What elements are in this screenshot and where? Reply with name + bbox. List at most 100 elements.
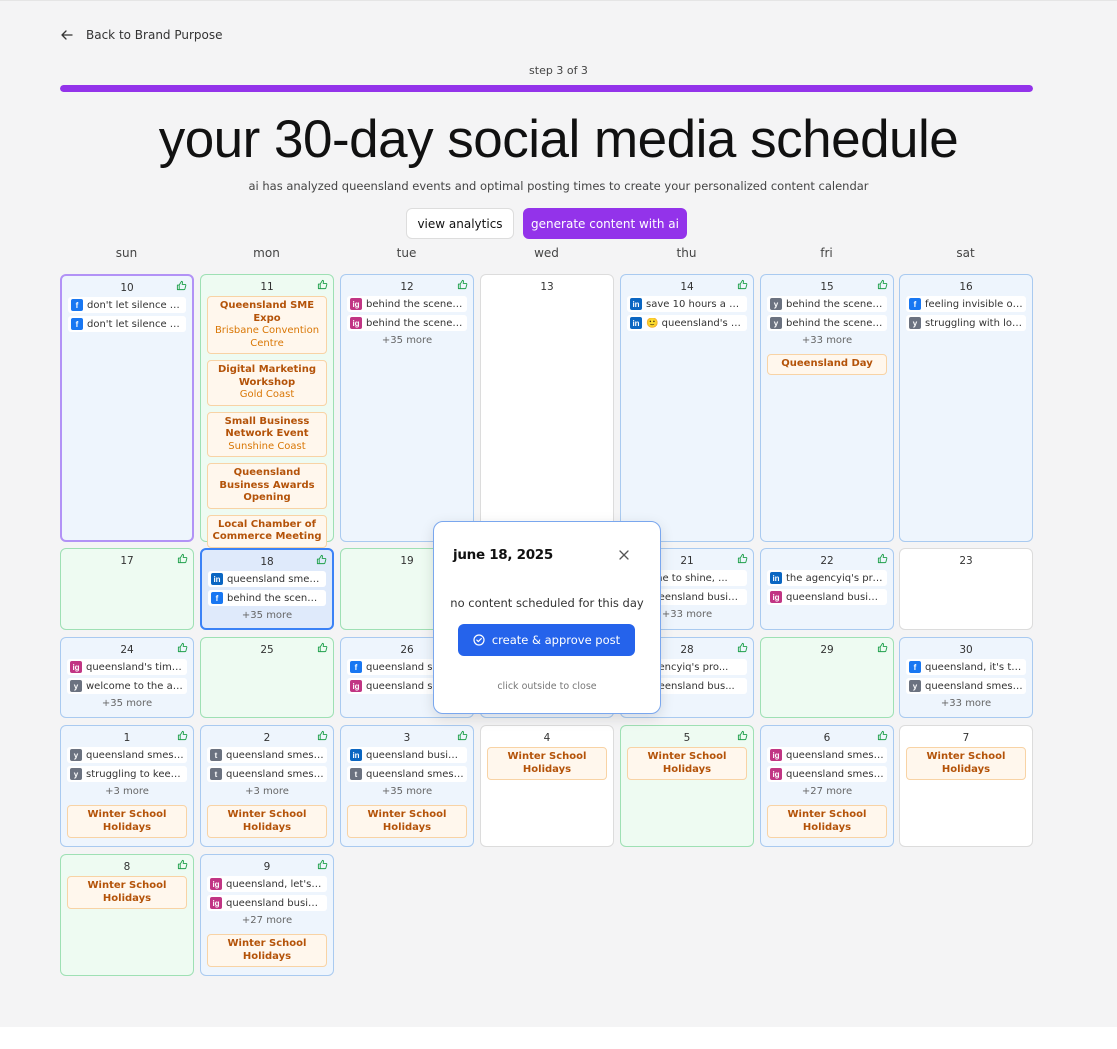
post-item[interactable]: ig queensland smes, ... bbox=[767, 747, 887, 763]
event-badge[interactable]: Winter School Holidays bbox=[347, 805, 467, 838]
day-cell[interactable]: 11 Queensland SME Expo Brisbane Convention… bbox=[200, 274, 334, 548]
post-item[interactable]: t queensland smes, ... bbox=[347, 766, 467, 782]
more-posts-link[interactable]: +27 more bbox=[767, 785, 887, 801]
post-item[interactable]: y welcome to the ag... bbox=[67, 678, 187, 694]
create-approve-post-button[interactable]: create & approve post bbox=[458, 624, 635, 656]
post-item[interactable]: in queensland busine... bbox=[347, 747, 467, 763]
more-posts-link[interactable]: +35 more bbox=[67, 697, 187, 713]
post-item[interactable]: y behind the scenes ... bbox=[767, 315, 887, 331]
day-cell[interactable]: 12 ig behind the scenes ... ig behind the sc… bbox=[340, 274, 474, 542]
event-badge[interactable]: Winter School Holidays bbox=[207, 934, 327, 967]
thumbs-up-icon bbox=[177, 553, 188, 564]
day-cell[interactable]: 14 in save 10 hours a we... in 🙂 queensland'… bbox=[620, 274, 754, 542]
day-cell[interactable]: 4 Winter School Holidays bbox=[480, 725, 614, 847]
post-item[interactable]: in save 10 hours a we... bbox=[627, 296, 747, 312]
post-item[interactable]: ig queensland's time... bbox=[67, 659, 187, 675]
youtube-icon: y bbox=[70, 680, 82, 692]
post-item[interactable]: y struggling with low... bbox=[906, 315, 1026, 331]
event-badge[interactable]: Winter School Holidays bbox=[767, 805, 887, 838]
event-badge[interactable]: Winter School Holidays bbox=[487, 747, 607, 780]
event-badge[interactable]: Winter School Holidays bbox=[207, 805, 327, 838]
day-cell[interactable]: 10 f don't let silence ki... f don't let sil… bbox=[60, 274, 194, 542]
event-badge[interactable]: Local Chamber of Commerce Meeting bbox=[207, 514, 327, 548]
day-cell[interactable]: 23 bbox=[899, 548, 1033, 630]
post-item[interactable]: ig queensland, let's c... bbox=[207, 876, 327, 892]
day-number: 14 bbox=[680, 281, 694, 293]
post-item[interactable]: f queensland, it's ti... bbox=[906, 659, 1026, 675]
more-posts-link[interactable]: +27 more bbox=[207, 914, 327, 930]
post-item[interactable]: y behind the scenes ... bbox=[767, 296, 887, 312]
day-cell[interactable]: 17 bbox=[60, 548, 194, 630]
facebook-icon: f bbox=[211, 592, 223, 604]
day-cell[interactable]: 3 in queensland busine... t queensland smes,… bbox=[340, 725, 474, 847]
more-posts-link[interactable]: +33 more bbox=[767, 334, 887, 350]
thumbs-up-icon bbox=[737, 642, 748, 653]
more-posts-link[interactable]: +35 more bbox=[347, 785, 467, 801]
day-cell[interactable]: 8 Winter School Holidays bbox=[60, 854, 194, 976]
day-number: 7 bbox=[962, 732, 970, 744]
weekday-fri: fri bbox=[820, 246, 833, 260]
day-cell[interactable]: 30 f queensland, it's ti... y queensland sme… bbox=[899, 637, 1033, 718]
event-name: Small Business Network Event bbox=[224, 415, 310, 440]
event-badge[interactable]: Queensland Day bbox=[767, 354, 887, 375]
event-badge[interactable]: Digital Marketing Workshop Gold Coast bbox=[207, 360, 327, 406]
back-link[interactable]: Back to Brand Purpose bbox=[60, 28, 223, 42]
day-number: 17 bbox=[120, 555, 134, 567]
event-badge[interactable]: Queensland Business Awards Opening bbox=[207, 463, 327, 509]
youtube-icon: y bbox=[770, 317, 782, 329]
post-item[interactable]: y struggling to keep ... bbox=[67, 766, 187, 782]
post-item[interactable]: f don't let silence ki... bbox=[68, 297, 186, 313]
instagram-icon: ig bbox=[770, 749, 782, 761]
post-text: queensland smes, ... bbox=[925, 680, 1023, 692]
event-badge[interactable]: Winter School Holidays bbox=[627, 747, 747, 780]
event-badge[interactable]: Winter School Holidays bbox=[67, 805, 187, 838]
day-cell[interactable]: 29 bbox=[760, 637, 894, 718]
more-posts-link[interactable]: +35 more bbox=[208, 609, 326, 625]
more-posts-link[interactable]: +35 more bbox=[347, 334, 467, 350]
day-cell[interactable]: 25 bbox=[200, 637, 334, 718]
event-badge[interactable]: Small Business Network Event Sunshine Coa… bbox=[207, 411, 327, 457]
day-cell[interactable]: 1 y queensland smes, ... y struggling to kee… bbox=[60, 725, 194, 847]
close-icon[interactable] bbox=[618, 549, 630, 561]
generate-content-button[interactable]: generate content with ai bbox=[523, 208, 687, 239]
day-content: y queensland smes, ... y struggling to keep… bbox=[67, 747, 187, 844]
post-item[interactable]: in 🙂 queensland's su... bbox=[627, 315, 747, 331]
day-cell[interactable]: 15 y behind the scenes ... y behind the scen… bbox=[760, 274, 894, 542]
day-cell[interactable]: 2 t queensland smes, ... t queensland smes, … bbox=[200, 725, 334, 847]
day-cell[interactable]: 24 ig queensland's time... y welcome to the … bbox=[60, 637, 194, 718]
day-cell[interactable]: 16 f feeling invisible on... y struggling wi… bbox=[899, 274, 1033, 542]
day-cell[interactable]: 18 in queensland smes, ... f behind the scen… bbox=[200, 548, 334, 630]
event-badge[interactable]: Winter School Holidays bbox=[67, 876, 187, 909]
post-item[interactable]: t queensland smes, ... bbox=[207, 747, 327, 763]
more-posts-link[interactable]: +3 more bbox=[67, 785, 187, 801]
event-badge[interactable]: Queensland SME Expo Brisbane Convention C… bbox=[207, 296, 327, 354]
day-cell[interactable]: 9 ig queensland, let's c... ig queensland bu… bbox=[200, 854, 334, 976]
day-cell[interactable]: 5 Winter School Holidays bbox=[620, 725, 754, 847]
day-cell[interactable]: 7 Winter School Holidays bbox=[899, 725, 1033, 847]
post-item[interactable]: ig queensland busine... bbox=[207, 895, 327, 911]
post-item[interactable]: y queensland smes, ... bbox=[67, 747, 187, 763]
post-item[interactable]: f feeling invisible on... bbox=[906, 296, 1026, 312]
post-item[interactable]: in the agencyiq's pro... bbox=[767, 570, 887, 586]
more-posts-link[interactable]: +3 more bbox=[207, 785, 327, 801]
post-item[interactable]: ig behind the scenes ... bbox=[347, 315, 467, 331]
post-item[interactable]: y queensland smes, ... bbox=[906, 678, 1026, 694]
view-analytics-button[interactable]: view analytics bbox=[406, 208, 514, 239]
day-cell[interactable]: 6 ig queensland smes, ... ig queensland smes… bbox=[760, 725, 894, 847]
post-text: struggling to keep ... bbox=[86, 768, 184, 780]
day-cell[interactable]: 22 in the agencyiq's pro... ig queensland bu… bbox=[760, 548, 894, 630]
day-content: ig queensland's time... y welcome to the ag… bbox=[67, 659, 187, 713]
day-cell[interactable]: 13 bbox=[480, 274, 614, 542]
more-posts-link[interactable]: +33 more bbox=[906, 697, 1026, 713]
post-item[interactable]: t queensland smes, ... bbox=[207, 766, 327, 782]
post-item[interactable]: f don't let silence ki... bbox=[68, 316, 186, 332]
day-number: 4 bbox=[543, 732, 551, 744]
post-item[interactable]: ig queensland busine... bbox=[767, 589, 887, 605]
day-content: y behind the scenes ... y behind the scenes… bbox=[767, 296, 887, 381]
post-item[interactable]: ig queensland smes, ... bbox=[767, 766, 887, 782]
post-item[interactable]: ig behind the scenes ... bbox=[347, 296, 467, 312]
day-number: 15 bbox=[820, 281, 834, 293]
event-badge[interactable]: Winter School Holidays bbox=[906, 747, 1026, 780]
post-item[interactable]: f behind the scenes ... bbox=[208, 590, 326, 606]
post-item[interactable]: in queensland smes, ... bbox=[208, 571, 326, 587]
